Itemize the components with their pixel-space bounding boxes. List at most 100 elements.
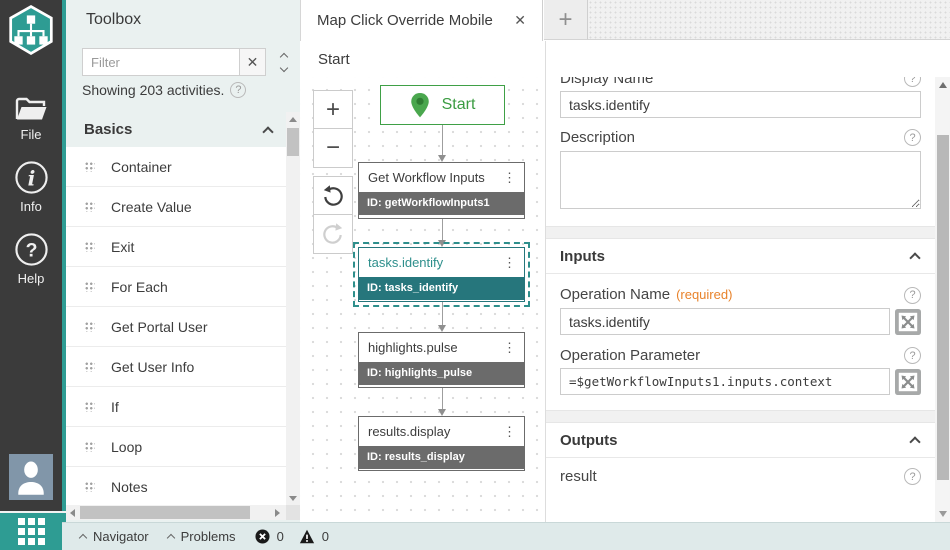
flow-connector — [438, 388, 447, 416]
chevron-down-icon — [279, 63, 289, 72]
toolbox-item-get-portal-user[interactable]: Get Portal User — [66, 307, 286, 347]
display-name-input[interactable] — [560, 91, 921, 118]
undo-button[interactable] — [314, 177, 352, 215]
tab-map-click-override-mobile[interactable]: Map Click Override Mobile ✕ — [300, 0, 543, 41]
info-icon: i — [14, 161, 48, 194]
app-launcher-button[interactable] — [0, 513, 62, 550]
help-icon[interactable]: ? — [230, 82, 247, 98]
user-avatar[interactable] — [9, 454, 53, 500]
arrowhead-icon — [438, 240, 446, 247]
toolbox-item-container[interactable]: Container — [66, 147, 286, 187]
node-highlights-pulse[interactable]: highlights.pulse ⋮ ID: highlights_pulse — [358, 332, 525, 388]
new-tab-button[interactable]: + — [544, 0, 588, 40]
toolbox-panel: Toolbox ✕ Showing 203 activities. ? Basi… — [66, 0, 300, 550]
redo-button[interactable] — [314, 215, 352, 253]
sidebar-item-file[interactable]: File — [0, 95, 62, 142]
breadcrumb-start[interactable]: Start — [318, 51, 350, 68]
properties-vertical-scrollbar[interactable] — [935, 77, 950, 522]
scroll-up-icon[interactable] — [289, 117, 297, 122]
sidebar-item-info[interactable]: i Info — [0, 160, 62, 214]
navigator-toggle[interactable]: Navigator — [78, 529, 149, 544]
undo-icon — [323, 184, 343, 206]
error-counter[interactable]: 0 — [255, 529, 284, 544]
toolbox-item-notes[interactable]: Notes — [66, 467, 286, 505]
redo-icon — [323, 223, 343, 244]
toolbox-collapse-expand-button[interactable] — [272, 48, 296, 76]
status-bar: Navigator Problems 0 0 — [62, 522, 950, 550]
operation-name-input[interactable] — [560, 308, 890, 335]
svg-text:?: ? — [25, 239, 37, 261]
folder-icon — [15, 97, 47, 120]
scrollbar-thumb[interactable] — [936, 135, 949, 480]
sidebar-item-label: Help — [17, 271, 45, 286]
toolbox-vertical-scrollbar[interactable] — [286, 112, 300, 505]
close-icon[interactable]: ✕ — [510, 10, 530, 31]
help-icon[interactable]: ? — [904, 129, 921, 146]
scroll-down-icon[interactable] — [938, 511, 947, 517]
drag-grip-icon — [84, 321, 95, 332]
node-id-badge: ID: tasks_identify — [359, 277, 524, 300]
scroll-up-icon[interactable] — [938, 82, 947, 88]
toolbox-item-loop[interactable]: Loop — [66, 427, 286, 467]
expression-toggle-icon[interactable] — [895, 308, 921, 335]
tab-strip: Map Click Override Mobile ✕ + — [300, 0, 950, 41]
help-icon[interactable]: ? — [904, 77, 921, 87]
drag-grip-icon — [84, 361, 95, 372]
display-name-label: Display Name — [560, 77, 654, 87]
toolbox-item-exit[interactable]: Exit — [66, 227, 286, 267]
toolbox-item-create-value[interactable]: Create Value — [66, 187, 286, 227]
plus-icon: + — [325, 95, 340, 123]
drag-grip-icon — [84, 201, 95, 212]
node-menu-icon[interactable]: ⋮ — [499, 340, 520, 356]
app-logo-icon[interactable] — [6, 5, 56, 55]
chevron-up-icon — [909, 252, 921, 264]
zoom-out-button[interactable]: − — [314, 129, 352, 167]
inputs-section-header[interactable]: Inputs — [546, 239, 935, 274]
node-menu-icon[interactable]: ⋮ — [499, 424, 520, 440]
expression-toggle-icon[interactable] — [895, 368, 921, 395]
sidebar-item-help[interactable]: ? Help — [0, 232, 62, 286]
scrollbar-thumb[interactable] — [80, 506, 250, 519]
toolbox-section-basics[interactable]: Basics — [66, 112, 286, 147]
chevron-up-icon — [262, 125, 274, 138]
zoom-controls: + − — [313, 90, 353, 168]
plus-icon: + — [558, 5, 573, 33]
help-icon[interactable]: ? — [904, 468, 921, 485]
toolbox-title: Toolbox — [86, 11, 142, 28]
node-get-workflow-inputs[interactable]: Get Workflow Inputs ⋮ ID: getWorkflowInp… — [358, 162, 525, 219]
zoom-in-button[interactable]: + — [314, 91, 352, 129]
scroll-right-icon[interactable] — [275, 508, 280, 517]
node-id-badge: ID: highlights_pulse — [359, 362, 524, 385]
scroll-down-icon[interactable] — [289, 496, 297, 501]
outputs-section-header[interactable]: Outputs — [546, 423, 935, 458]
warning-counter[interactable]: 0 — [299, 529, 329, 544]
drag-grip-icon — [84, 401, 95, 412]
scroll-left-icon[interactable] — [70, 508, 75, 517]
filter-clear-button[interactable]: ✕ — [239, 49, 265, 75]
problems-toggle[interactable]: Problems — [166, 529, 236, 544]
description-textarea[interactable] — [560, 151, 921, 209]
node-menu-icon[interactable]: ⋮ — [499, 170, 520, 186]
help-icon[interactable]: ? — [904, 347, 921, 364]
node-tasks-identify-selected[interactable]: tasks.identify ⋮ ID: tasks_identify — [353, 242, 530, 307]
flow-connector — [438, 219, 447, 247]
flow-connector — [438, 302, 447, 332]
start-node[interactable]: Start — [380, 85, 505, 125]
toolbox-item-if[interactable]: If — [66, 387, 286, 427]
waffle-icon — [17, 518, 45, 545]
arrowhead-icon — [438, 409, 446, 416]
output-result-label: result — [560, 468, 597, 485]
chevron-up-icon — [78, 533, 88, 543]
workflow-canvas[interactable]: + − Start Get Workflow Inputs ⋮ ID: getW… — [300, 77, 545, 522]
toolbox-horizontal-scrollbar[interactable] — [66, 505, 286, 520]
node-menu-icon[interactable]: ⋮ — [499, 255, 520, 271]
operation-parameter-input[interactable] — [560, 368, 890, 395]
toolbox-item-for-each[interactable]: For Each — [66, 267, 286, 307]
filter-input[interactable] — [83, 49, 240, 75]
node-results-display[interactable]: results.display ⋮ ID: results_display — [358, 416, 525, 471]
error-count: 0 — [276, 529, 284, 544]
help-icon[interactable]: ? — [904, 286, 921, 304]
scrollbar-thumb[interactable] — [287, 128, 299, 156]
sidebar-item-label: Info — [20, 199, 42, 214]
toolbox-item-get-user-info[interactable]: Get User Info — [66, 347, 286, 387]
